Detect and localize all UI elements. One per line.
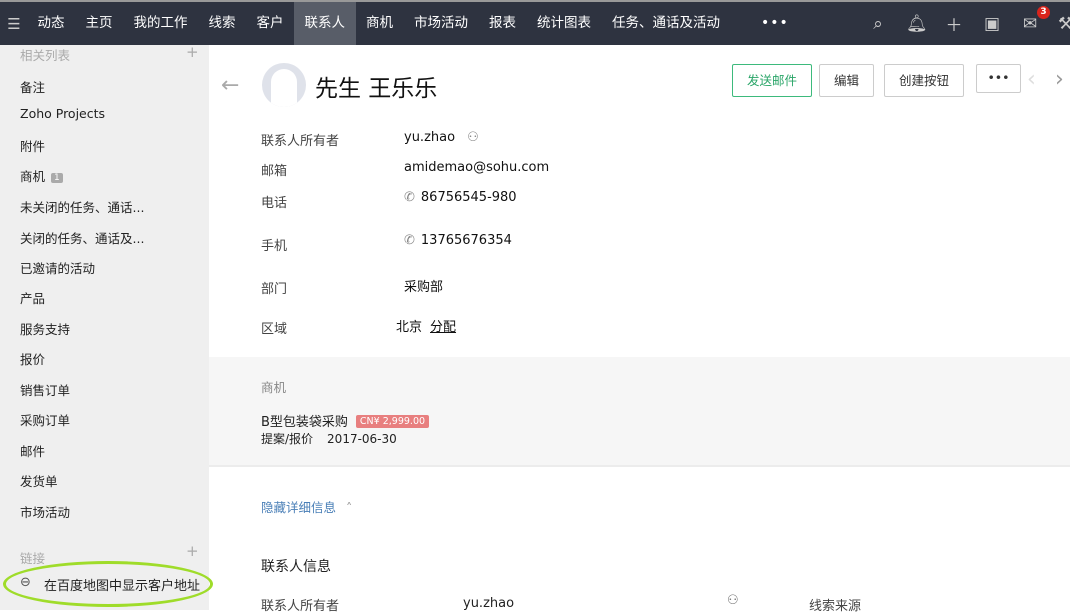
user-icon[interactable]: ⚇ xyxy=(727,593,739,608)
assign-link[interactable]: 分配 xyxy=(430,320,456,335)
sidebar-item-campaigns[interactable]: 市场活动 xyxy=(20,502,70,521)
deals-section: 商机 B型包装袋采购 CN¥ 2,999.00 提案/报价 2017-06-30 xyxy=(209,357,1070,467)
nav-feeds[interactable]: 动态 xyxy=(27,2,75,45)
sidebar-item-quotes[interactable]: 报价 xyxy=(20,349,45,368)
links-header: 链接 xyxy=(20,551,46,566)
nav-analytics[interactable]: 统计图表 xyxy=(527,2,602,45)
sidebar-item-closed-activities[interactable]: 关闭的任务、通话及... xyxy=(20,228,144,247)
hide-details-label: 隐藏详细信息 xyxy=(261,500,337,515)
detail-value-owner: yu.zhao xyxy=(463,596,515,611)
bell-icon[interactable]: 🔔︎ xyxy=(906,14,928,34)
detail-label-lead-source: 线索来源 xyxy=(809,599,862,614)
settings-icon[interactable]: ⚒ xyxy=(1058,14,1070,34)
nav-home[interactable]: 主页 xyxy=(75,2,123,45)
sidebar-item-open-activities[interactable]: 未关闭的任务、通话... xyxy=(20,197,144,216)
map-link[interactable]: ⊖ 在百度地图中显示客户地址 xyxy=(3,561,213,607)
sidebar: 相关列表 + 备注 Zoho Projects 附件 商机 1 未关闭的任务、通话… xyxy=(0,43,213,610)
edit-button[interactable]: 编辑 xyxy=(819,64,874,97)
menu-icon[interactable]: ☰ xyxy=(1,15,27,33)
field-label-mobile: 手机 xyxy=(261,239,288,254)
nav-reports[interactable]: 报表 xyxy=(479,2,527,45)
field-value-phone[interactable]: ✆ 86756545-980 xyxy=(404,190,517,205)
sidebar-item-attachments[interactable]: 附件 xyxy=(20,136,45,155)
back-arrow-icon[interactable]: ← xyxy=(221,73,239,98)
prev-record-icon[interactable]: ‹ xyxy=(1027,67,1036,92)
field-label-owner: 联系人所有者 xyxy=(261,134,340,149)
sidebar-item-label: 商机 xyxy=(20,169,46,184)
field-label-territory: 区域 xyxy=(261,322,288,337)
phone-icon: ✆ xyxy=(404,233,415,248)
user-icon[interactable]: ⚇ xyxy=(467,130,479,145)
chevron-up-icon: ˄ xyxy=(346,500,353,515)
sidebar-item-invoices[interactable]: 发货单 xyxy=(20,471,58,490)
territory-value: 北京 xyxy=(396,320,423,335)
nav-my-work[interactable]: 我的工作 xyxy=(123,2,198,45)
sidebar-item-zoho-projects[interactable]: Zoho Projects xyxy=(20,106,105,121)
page-title: 先生 王乐乐 xyxy=(315,76,438,102)
sidebar-item-sales-orders[interactable]: 销售订单 xyxy=(20,380,70,399)
sidebar-item-purchase-orders[interactable]: 采购订单 xyxy=(20,410,70,429)
field-label-email: 邮箱 xyxy=(261,164,288,179)
deal-count: 1 xyxy=(51,173,63,183)
send-email-button[interactable]: 发送邮件 xyxy=(732,64,812,97)
link-icon: ⊖ xyxy=(20,575,31,590)
mail-badge: 3 xyxy=(1037,5,1050,19)
nav-contacts[interactable]: 联系人 xyxy=(294,2,356,45)
sidebar-item-cases[interactable]: 服务支持 xyxy=(20,319,70,338)
field-value-department: 采购部 xyxy=(404,280,444,295)
phone-value: 86756545-980 xyxy=(420,190,517,205)
deal-date: 2017-06-30 xyxy=(327,432,397,446)
deal-amount-badge: CN¥ 2,999.00 xyxy=(355,415,430,428)
nav-leads[interactable]: 线索 xyxy=(198,2,246,45)
more-button[interactable]: ••• xyxy=(976,64,1021,93)
nav-more[interactable]: ••• xyxy=(751,2,800,45)
deal-stage: 提案/报价 xyxy=(261,432,314,446)
field-value-email[interactable]: amidemao@sohu.com xyxy=(404,160,549,175)
field-label-department: 部门 xyxy=(261,282,288,297)
field-value-owner: yu.zhao ⚇ xyxy=(404,130,479,145)
nav-deals[interactable]: 商机 xyxy=(356,2,404,45)
nav-campaigns[interactable]: 市场活动 xyxy=(404,2,479,45)
nav-activities[interactable]: 任务、通话及活动 xyxy=(602,2,731,45)
detail-label-owner: 联系人所有者 xyxy=(261,599,340,614)
phone-icon: ✆ xyxy=(404,190,415,205)
sidebar-item-products[interactable]: 产品 xyxy=(20,288,45,307)
top-nav: ☰ 动态 主页 我的工作 线索 客户 联系人 商机 市场活动 报表 统计图表 任… xyxy=(0,0,1070,45)
sidebar-item-invited-events[interactable]: 已邀请的活动 xyxy=(20,258,95,277)
field-value-mobile[interactable]: ✆ 13765676354 xyxy=(404,233,512,248)
mobile-value: 13765676354 xyxy=(420,233,512,248)
section-title: 联系人信息 xyxy=(261,559,331,575)
mail-icon[interactable]: ✉ 3 xyxy=(1020,5,1050,34)
add-related-icon[interactable]: + xyxy=(186,43,199,61)
next-record-icon[interactable]: › xyxy=(1055,67,1064,92)
deal-meta: 提案/报价 2017-06-30 xyxy=(261,430,397,447)
deal-name: B型包装袋采购 xyxy=(261,415,348,430)
map-link-label: 在百度地图中显示客户地址 xyxy=(44,579,201,594)
calendar-icon[interactable]: ▣ xyxy=(982,14,1002,34)
sidebar-item-notes[interactable]: 备注 xyxy=(20,77,45,96)
deal-item[interactable]: B型包装袋采购 CN¥ 2,999.00 xyxy=(261,411,430,430)
field-value-territory: 北京 分配 xyxy=(396,316,456,335)
search-icon[interactable]: ⌕ xyxy=(868,14,888,34)
related-list-header: 相关列表 xyxy=(20,48,71,63)
sidebar-item-deals[interactable]: 商机 1 xyxy=(20,166,63,185)
plus-icon[interactable]: ＋ xyxy=(944,11,964,36)
avatar xyxy=(262,63,306,107)
sidebar-item-emails[interactable]: 邮件 xyxy=(20,441,45,460)
field-label-phone: 电话 xyxy=(261,196,288,211)
nav-accounts[interactable]: 客户 xyxy=(246,2,294,45)
record-detail: ← 先生 王乐乐 发送邮件 编辑 创建按钮 ••• ‹ › 联系人所有者 yu.… xyxy=(209,45,1070,614)
hide-details-toggle[interactable]: 隐藏详细信息 ˄ xyxy=(261,497,352,516)
deals-header: 商机 xyxy=(261,380,287,395)
add-link-icon[interactable]: + xyxy=(186,542,199,560)
owner-value: yu.zhao xyxy=(404,130,456,145)
create-button[interactable]: 创建按钮 xyxy=(884,64,964,97)
